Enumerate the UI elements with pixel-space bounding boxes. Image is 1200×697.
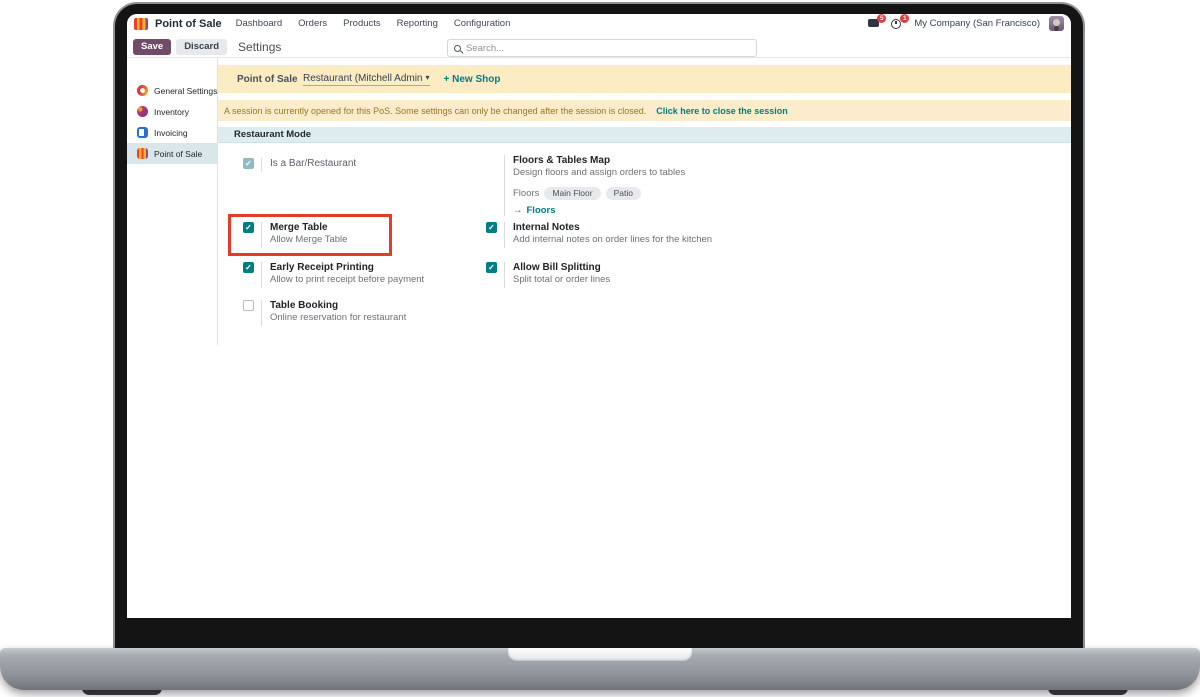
settings-sidebar: General Settings Inventory Invoicing Poi… [127, 58, 218, 345]
setting-description: Add internal notes on order lines for th… [513, 234, 713, 245]
session-warning-banner: A session is currently opened for this P… [218, 100, 1071, 121]
laptop-notch [508, 648, 692, 661]
setting-early-receipt-printing: ✓ Early Receipt Printing Allow to print … [243, 262, 424, 288]
menu-dashboard[interactable]: Dashboard [236, 18, 282, 29]
shop-selector-value: Restaurant (Mitchell Admin [303, 72, 423, 84]
activities-button[interactable]: 1 [891, 14, 910, 30]
control-panel: Save Discard Settings [127, 33, 1071, 58]
sidebar-item-label: Inventory [154, 106, 189, 117]
laptop-mockup: Point of Sale Dashboard Orders Products … [0, 0, 1200, 697]
shop-banner: Point of Sale Restaurant (Mitchell Admin… [218, 65, 1071, 93]
app-name[interactable]: Point of Sale [155, 18, 222, 30]
checkbox-internal-notes[interactable]: ✓ [486, 222, 497, 233]
discard-button[interactable]: Discard [176, 39, 228, 55]
page-title: Settings [238, 40, 282, 54]
sidebar-item-label: Invoicing [154, 127, 188, 138]
checkbox-allow-bill-splitting[interactable]: ✓ [486, 262, 497, 273]
floor-tag-patio[interactable]: Patio [605, 187, 641, 200]
menu-configuration[interactable]: Configuration [454, 18, 511, 29]
sidebar-item-label: General Settings [154, 85, 218, 96]
messages-badge: 5 [877, 14, 887, 23]
menu-reporting[interactable]: Reporting [397, 18, 438, 29]
sidebar-item-invoicing[interactable]: Invoicing [127, 122, 217, 143]
top-navbar: Point of Sale Dashboard Orders Products … [127, 14, 1071, 33]
setting-internal-notes: ✓ Internal Notes Add internal notes on o… [486, 222, 712, 248]
floors-field: Floors Main Floor Patio [513, 187, 685, 200]
floors-internal-link[interactable]: → Floors [513, 205, 685, 216]
checkbox-early-receipt-printing[interactable]: ✓ [243, 262, 254, 273]
search-bar[interactable] [447, 39, 757, 57]
setting-description: Design floors and assign orders to table… [513, 167, 686, 178]
section-header: Restaurant Mode [218, 127, 1071, 143]
setting-description: Online reservation for restaurant [270, 312, 407, 323]
setting-title: Table Booking [270, 300, 339, 311]
checkbox-placeholder [486, 155, 497, 216]
shop-field-label: Point of Sale [237, 73, 298, 85]
check-icon: ✓ [488, 222, 495, 232]
control-panel-left: Save Discard Settings [133, 39, 281, 55]
user-avatar[interactable] [1049, 16, 1064, 31]
arrow-right-icon: → [513, 205, 523, 216]
search-icon [454, 44, 461, 52]
app-window: Point of Sale Dashboard Orders Products … [127, 14, 1071, 618]
menu-orders[interactable]: Orders [298, 18, 327, 29]
setting-table-booking: Table Booking Online reservation for res… [243, 300, 406, 326]
caret-down-icon: ▾ [425, 73, 430, 82]
company-switcher[interactable]: My Company (San Francisco) [914, 18, 1040, 29]
section-title: Restaurant Mode [234, 129, 312, 140]
new-shop-button[interactable]: + New Shop [444, 74, 501, 85]
close-session-link[interactable]: Click here to close the session [656, 106, 788, 116]
inventory-icon [137, 106, 148, 117]
search-input[interactable] [466, 42, 750, 54]
setting-floors-tables-map: Floors & Tables Map Design floors and as… [486, 155, 685, 216]
check-icon: ✓ [488, 262, 495, 272]
setting-title: Allow Bill Splitting [513, 262, 601, 273]
setting-title: Floors & Tables Map [513, 155, 611, 166]
setting-title: Early Receipt Printing [270, 262, 374, 273]
check-icon: ✓ [245, 262, 252, 272]
sidebar-item-inventory[interactable]: Inventory [127, 101, 217, 122]
checkbox-table-booking[interactable] [243, 300, 254, 311]
save-button[interactable]: Save [133, 39, 172, 55]
setting-is-bar-restaurant: ✓ Is a Bar/Restaurant [243, 158, 356, 172]
settings-main: Point of Sale Restaurant (Mitchell Admin… [218, 58, 1071, 618]
floors-field-label: Floors [513, 188, 540, 199]
sidebar-item-label: Point of Sale [154, 148, 203, 159]
invoicing-icon [137, 127, 148, 138]
floor-tag-main-floor[interactable]: Main Floor [544, 187, 601, 200]
check-icon: ✓ [245, 158, 252, 168]
setting-description: Allow to print receipt before payment [270, 274, 425, 285]
general-settings-icon [137, 85, 148, 96]
messages-button[interactable]: 5 [868, 14, 887, 30]
session-warning-text: A session is currently opened for this P… [224, 105, 647, 116]
setting-allow-bill-splitting: ✓ Allow Bill Splitting Split total or or… [486, 262, 610, 288]
highlight-box [228, 214, 392, 256]
sidebar-item-general-settings[interactable]: General Settings [127, 80, 217, 101]
point-of-sale-app-icon[interactable] [134, 17, 148, 30]
floors-link-label: Floors [526, 205, 556, 216]
activities-badge: 1 [900, 14, 910, 23]
sidebar-item-point-of-sale[interactable]: Point of Sale [127, 143, 217, 164]
checkbox-is-bar-restaurant[interactable]: ✓ [243, 158, 254, 169]
main-menu: Dashboard Orders Products Reporting Conf… [236, 18, 511, 29]
setting-title: Internal Notes [513, 222, 580, 233]
setting-description: Split total or order lines [513, 274, 611, 285]
menu-products[interactable]: Products [343, 18, 381, 29]
point-of-sale-icon [137, 148, 148, 159]
setting-title: Is a Bar/Restaurant [270, 158, 357, 169]
shop-selector[interactable]: Restaurant (Mitchell Admin ▾ [303, 73, 430, 86]
navbar-right: 5 1 My Company (San Francisco) [868, 14, 1064, 31]
